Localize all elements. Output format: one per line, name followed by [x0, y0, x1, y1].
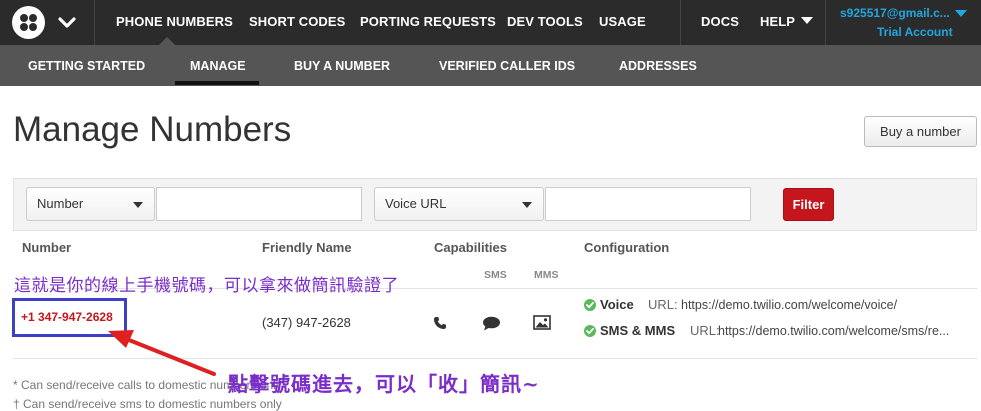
annotation-bottom-text: 點擊號碼進去，可以「收」簡訊~: [228, 372, 540, 396]
annotation-arrow-icon: [108, 330, 216, 376]
